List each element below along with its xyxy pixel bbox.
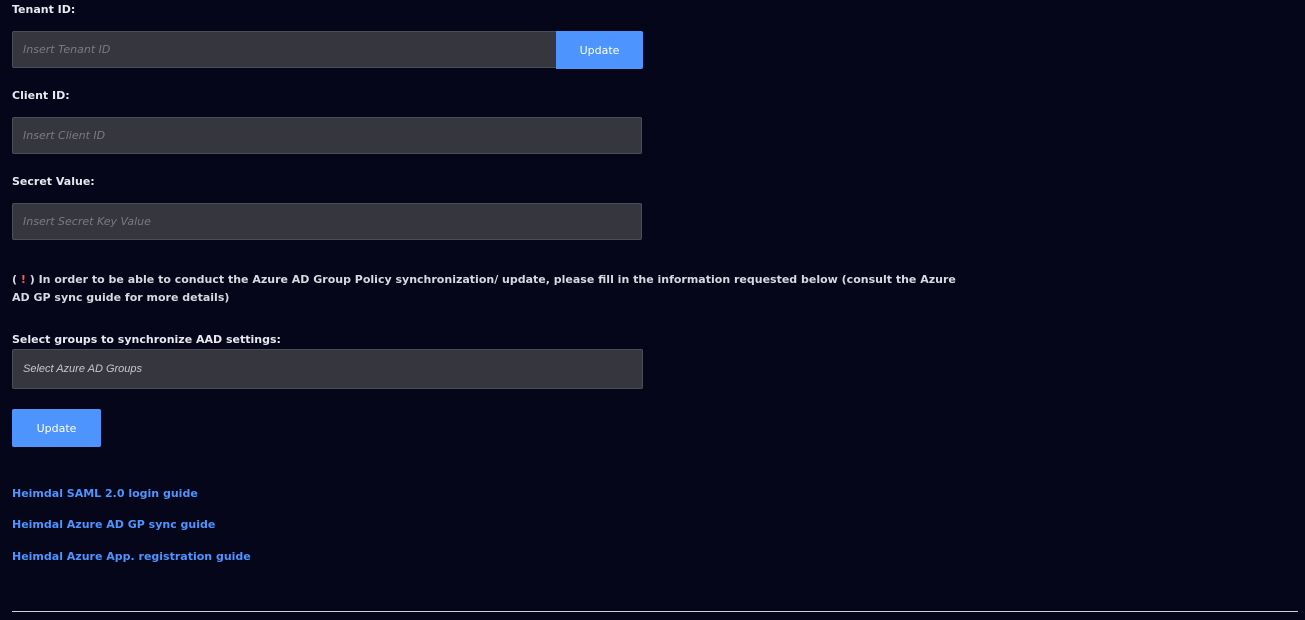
secret-value-input[interactable] — [12, 203, 642, 240]
client-id-input[interactable] — [12, 117, 642, 154]
warning-icon: ! — [17, 273, 30, 286]
azure-ad-gp-sync-guide-link[interactable]: Heimdal Azure AD GP sync guide — [12, 518, 215, 531]
tenant-id-input[interactable] — [12, 31, 557, 68]
saml-login-guide-link[interactable]: Heimdal SAML 2.0 login guide — [12, 487, 198, 500]
client-id-label: Client ID: — [12, 89, 70, 102]
divider — [12, 611, 1298, 612]
update-button[interactable]: Update — [12, 409, 101, 447]
secret-value-label: Secret Value: — [12, 175, 95, 188]
azure-app-registration-guide-link[interactable]: Heimdal Azure App. registration guide — [12, 550, 251, 563]
groups-select-placeholder: Select Azure AD Groups — [23, 363, 143, 375]
sync-notice: ( ! ) In order to be able to conduct the… — [12, 271, 972, 307]
tenant-update-button[interactable]: Update — [556, 31, 643, 69]
notice-text: In order to be able to conduct the Azure… — [12, 273, 956, 304]
tenant-id-label: Tenant ID: — [12, 3, 76, 16]
groups-label: Select groups to synchronize AAD setting… — [12, 333, 281, 346]
azure-ad-groups-select[interactable]: Select Azure AD Groups — [12, 349, 643, 389]
